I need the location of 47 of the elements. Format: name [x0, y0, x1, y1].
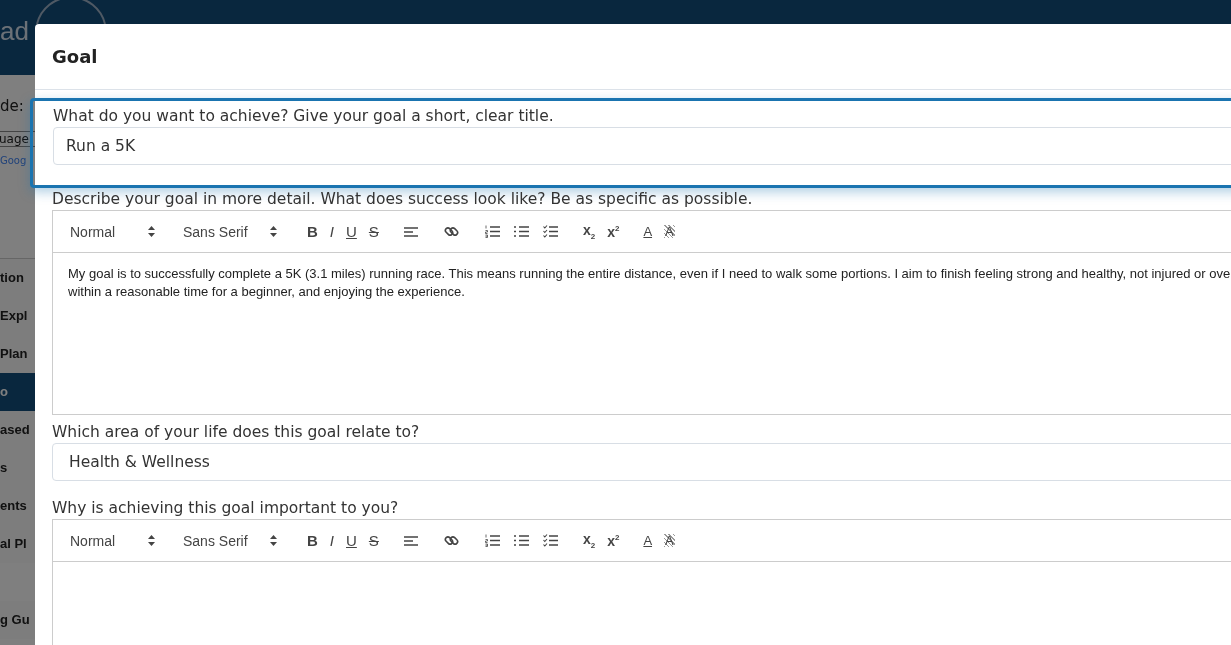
- strikethrough-button[interactable]: S: [368, 533, 379, 548]
- numbered-list-icon[interactable]: [484, 534, 500, 547]
- link-icon[interactable]: [443, 533, 459, 548]
- sort-arrows-icon: [148, 535, 155, 546]
- google-label: Goog: [0, 155, 27, 166]
- align-left-icon[interactable]: [403, 534, 418, 547]
- code-label: de:: [0, 97, 24, 115]
- sort-arrows-icon: [148, 226, 155, 237]
- field-label: What do you want to achieve? Give your goal a short, clear title.: [53, 107, 555, 125]
- sidebar-item[interactable]: o: [0, 373, 35, 411]
- header-dropdown[interactable]: Normal: [70, 532, 155, 549]
- field-label: Why is achieving this goal important to you?: [52, 499, 400, 517]
- link-icon[interactable]: [443, 224, 459, 239]
- text-color-button[interactable]: A: [643, 534, 653, 547]
- superscript-button[interactable]: x$^{2}$: [607, 533, 620, 548]
- header-dropdown[interactable]: Normal: [70, 223, 155, 240]
- editor-text-line: within a reasonable time for a beginner, and enjoying the experience.: [68, 283, 466, 301]
- sort-arrows-icon: [270, 535, 277, 546]
- italic-button[interactable]: I: [329, 224, 334, 239]
- align-left-icon[interactable]: [403, 225, 418, 238]
- modal-title: Goal: [52, 46, 98, 67]
- underline-button[interactable]: U: [346, 533, 357, 548]
- checklist-icon[interactable]: [542, 534, 558, 547]
- field-label: Describe your goal in more detail. What does success look like? Be as specific as possible.: [52, 190, 754, 208]
- bold-button[interactable]: B: [307, 533, 318, 548]
- underline-button[interactable]: U: [346, 224, 357, 239]
- subscript-button[interactable]: x$_{2}$: [582, 222, 596, 241]
- numbered-list-icon[interactable]: [484, 225, 500, 238]
- logo-text: ad: [0, 16, 29, 47]
- checklist-icon[interactable]: [542, 225, 558, 238]
- superscript-button[interactable]: x$^{2}$: [607, 224, 620, 239]
- bold-button[interactable]: B: [307, 224, 318, 239]
- font-dropdown[interactable]: Sans Serif: [183, 223, 277, 240]
- text-color-button[interactable]: A: [643, 225, 653, 238]
- background-color-button[interactable]: A: [664, 534, 675, 547]
- italic-button[interactable]: I: [329, 533, 334, 548]
- area-select[interactable]: Health & Wellness: [52, 443, 1231, 481]
- subscript-button[interactable]: x$_{2}$: [582, 531, 596, 550]
- font-dropdown[interactable]: Sans Serif: [183, 532, 277, 549]
- bullet-list-icon[interactable]: [513, 534, 529, 547]
- title-input[interactable]: Run a 5K: [53, 127, 1231, 165]
- field-label: Which area of your life does this goal relate to?: [52, 423, 421, 441]
- bullet-list-icon[interactable]: [513, 225, 529, 238]
- sort-arrows-icon: [270, 226, 277, 237]
- editor-text-line: My goal is to successfully complete a 5K (3.1 miles) running race. This means running the entire distance, even if I need to walk some portions. I aim to finish feeling strong and healthy, not injured or ove: [68, 265, 1231, 283]
- strikethrough-button[interactable]: S: [368, 224, 379, 239]
- background-color-button[interactable]: A: [664, 225, 675, 238]
